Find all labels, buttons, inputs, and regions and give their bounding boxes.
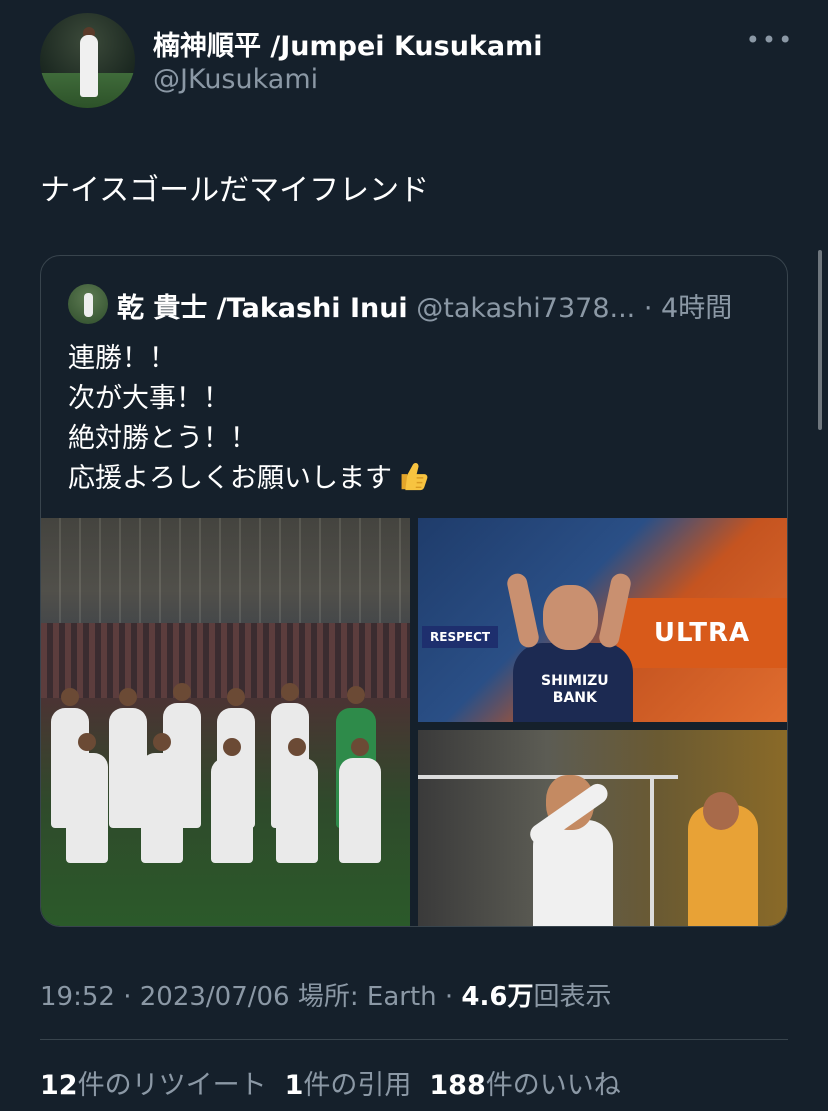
- tweet-time[interactable]: 19:52: [40, 982, 115, 1012]
- scrollbar[interactable]: [818, 250, 822, 430]
- quote-count: 1: [284, 1070, 304, 1101]
- quoted-header: 乾 貴士 /Takashi Inui @takashi7378... · 4時間: [117, 286, 732, 325]
- pointing-player: [526, 770, 648, 926]
- player-head: [153, 733, 171, 751]
- player-figure: [141, 753, 183, 863]
- clapping-player: SHIMIZU BANK: [505, 571, 633, 722]
- goal-post: [650, 775, 654, 926]
- player-head: [281, 683, 299, 701]
- respect-board: RESPECT: [422, 626, 499, 648]
- like-label: 件のいいね: [485, 1070, 621, 1101]
- player-head: [173, 683, 191, 701]
- meta-separator: ·: [114, 982, 140, 1012]
- engagement-stats: 12件のリツイート 1件の引用 188件のいいね: [40, 1063, 621, 1102]
- more-options-icon[interactable]: •••: [746, 26, 792, 54]
- view-count[interactable]: 4.6万: [461, 982, 533, 1012]
- quoted-line-3: 絶対勝とう！！: [68, 423, 257, 454]
- player-figure: [339, 758, 381, 863]
- quoted-separator: ·: [635, 293, 662, 324]
- thumbs-up-icon: [401, 463, 428, 491]
- ultras-banner: ULTRA: [617, 598, 787, 668]
- player-head: [288, 738, 306, 756]
- meta-separator: ·: [436, 982, 462, 1012]
- opponent-head: [703, 792, 739, 830]
- tweet-date[interactable]: 2023/07/06: [140, 982, 290, 1012]
- author-name[interactable]: 楠神順平 /Jumpei Kusukami: [153, 24, 542, 63]
- player-face: [543, 585, 598, 650]
- location-label: 場所:: [289, 982, 367, 1012]
- player-arm: [597, 571, 633, 650]
- player-arm: [505, 571, 541, 650]
- tweet-location[interactable]: Earth: [367, 982, 437, 1012]
- quoted-text: 連勝！！ 次が大事！！ 絶対勝とう！！ 応援よろしくお願いします: [68, 339, 428, 499]
- avatar-figure: [80, 35, 98, 97]
- player-figure: [276, 758, 318, 863]
- stadium-roof: [41, 518, 410, 623]
- view-label: 回表示: [533, 982, 612, 1012]
- tweet-text: ナイスゴールだマイフレンド: [40, 173, 430, 208]
- player-figure: [66, 753, 108, 863]
- divider: [40, 1039, 788, 1040]
- player-head: [227, 688, 245, 706]
- quoted-author-name[interactable]: 乾 貴士 /Takashi Inui: [117, 293, 408, 324]
- quoted-media-grid[interactable]: ULTRA RESPECT SHIMIZU BANK: [41, 518, 787, 926]
- quoted-author-handle[interactable]: @takashi7378...: [416, 293, 635, 324]
- retweet-label: 件のリツイート: [77, 1070, 267, 1101]
- jersey-sponsor: SHIMIZU BANK: [541, 673, 609, 707]
- author-avatar[interactable]: [40, 13, 135, 108]
- author-handle[interactable]: @JKusukami: [153, 64, 318, 95]
- player-head: [119, 688, 137, 706]
- player-head: [223, 738, 241, 756]
- tweet-meta: 19:52 · 2023/07/06 場所: Earth · 4.6万回表示: [40, 976, 612, 1013]
- pointing-photo[interactable]: [418, 730, 787, 926]
- likes-link[interactable]: 188件のいいね: [429, 1070, 620, 1101]
- quoted-time[interactable]: 4時間: [661, 293, 732, 324]
- quoted-tweet[interactable]: 乾 貴士 /Takashi Inui @takashi7378... · 4時間…: [40, 255, 788, 927]
- quoted-line-2: 次が大事！！: [68, 383, 230, 414]
- player-head: [61, 688, 79, 706]
- jersey-text-1: SHIMIZU: [541, 673, 609, 689]
- quotes-link[interactable]: 1件の引用: [285, 1070, 412, 1101]
- quoted-author-avatar[interactable]: [68, 284, 108, 324]
- player-figure: [211, 758, 253, 863]
- like-count: 188: [429, 1070, 486, 1101]
- quote-label: 件の引用: [303, 1070, 412, 1101]
- retweet-count: 12: [40, 1070, 78, 1101]
- quoted-line-1: 連勝！！: [68, 343, 176, 374]
- quoted-line-4: 応援よろしくお願いします: [68, 463, 392, 494]
- player-head: [351, 738, 369, 756]
- jersey-text-2: BANK: [552, 690, 597, 706]
- player-head: [78, 733, 96, 751]
- retweets-link[interactable]: 12件のリツイート: [40, 1070, 267, 1101]
- applause-photo[interactable]: ULTRA RESPECT SHIMIZU BANK: [418, 518, 787, 722]
- quoted-line-4-wrap: 応援よろしくお願いします: [68, 459, 428, 499]
- player-head: [347, 686, 365, 704]
- team-photo[interactable]: [41, 518, 410, 926]
